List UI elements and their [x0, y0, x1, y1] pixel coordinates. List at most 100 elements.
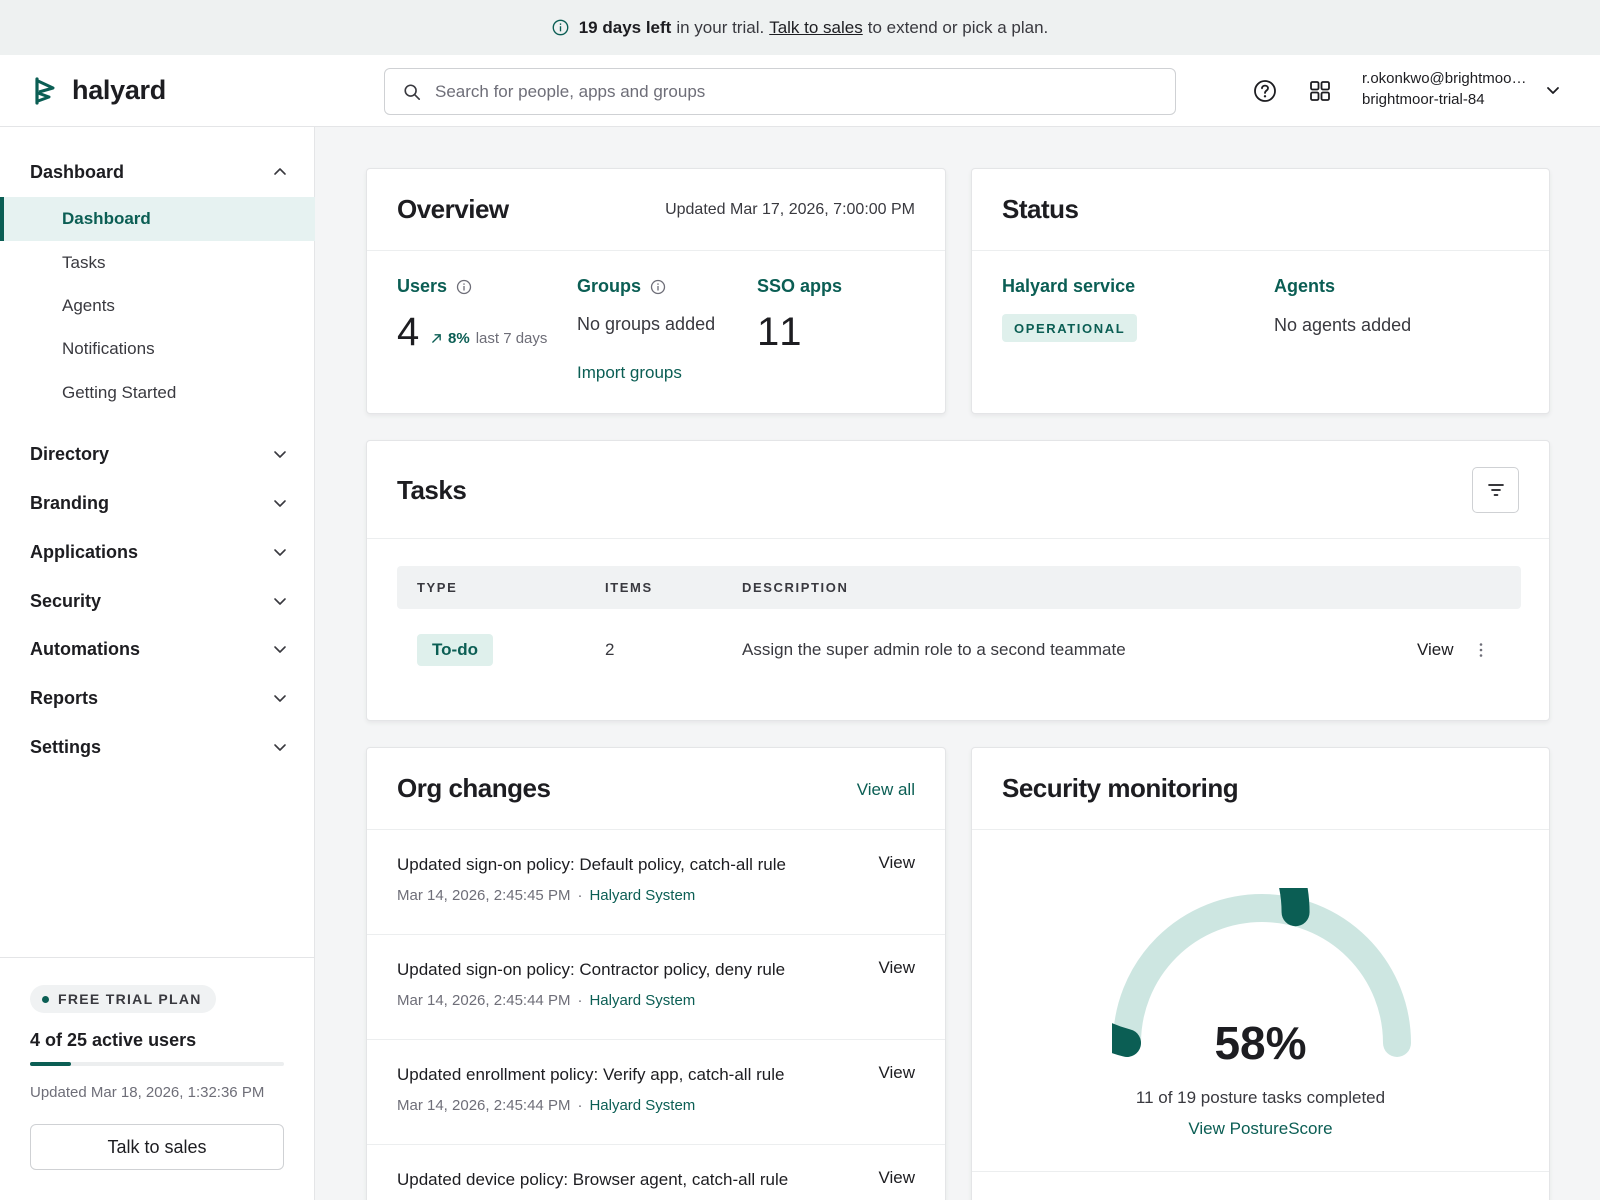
change-title: Updated sign-on policy: Contractor polic…: [397, 960, 786, 979]
nav-group-settings[interactable]: Settings: [30, 727, 288, 767]
task-items: 2: [605, 640, 615, 659]
change-view-link[interactable]: View: [878, 1168, 915, 1188]
nav-group-security[interactable]: Security: [30, 581, 288, 621]
banner-text-rest: to extend or pick a plan.: [867, 17, 1049, 37]
apps-grid-icon[interactable]: [1307, 78, 1333, 104]
groups-metric-label[interactable]: Groups: [577, 276, 666, 297]
overview-card: Overview Updated Mar 17, 2026, 7:00:00 P…: [366, 168, 946, 414]
status-dot: [42, 995, 49, 1003]
task-description: Assign the super admin role to a second …: [742, 640, 1126, 659]
service-label[interactable]: Halyard service: [1002, 276, 1135, 297]
list-item: Updated enrollment policy: Verify app, c…: [367, 1040, 945, 1145]
sidebar-item-tasks[interactable]: Tasks: [0, 241, 315, 285]
separator-dot: ·: [577, 887, 583, 904]
user-email: r.okonkwo@brightmoo…: [1362, 70, 1527, 87]
users-metric-label[interactable]: Users: [397, 276, 472, 297]
trial-banner: 19 days left in your trial. Talk to sale…: [0, 0, 1600, 55]
user-menu[interactable]: r.okonkwo@brightmoo… brightmoor-trial-84: [1362, 70, 1542, 108]
change-title: Updated enrollment policy: Verify app, c…: [397, 1065, 785, 1084]
talk-to-sales-link[interactable]: Talk to sales: [769, 18, 863, 38]
filter-icon: [1487, 484, 1504, 496]
change-meta: Mar 14, 2026, 2:45:44 PM · Halyard System: [397, 992, 695, 1009]
brand-name: halyard: [72, 75, 166, 105]
groups-label: Groups: [577, 276, 642, 296]
tasks-card: Tasks TYPE ITEMS DESCRIPTION To-do 2 Ass…: [366, 440, 1550, 721]
list-item: Updated sign-on policy: Contractor polic…: [367, 935, 945, 1040]
more-options-icon[interactable]: [1472, 641, 1490, 659]
card-header: Status: [972, 169, 1549, 251]
trend-label: last 7 days: [475, 330, 548, 347]
list-item: Updated sign-on policy: Default policy, …: [367, 830, 945, 935]
posture-score-value: 58%: [1214, 1017, 1307, 1069]
nav-group-reports[interactable]: Reports: [30, 678, 288, 718]
nav-group-branding[interactable]: Branding: [30, 483, 288, 523]
nav-group-directory[interactable]: Directory: [30, 434, 288, 474]
org-name: brightmoor-trial-84: [1362, 91, 1485, 108]
security-title: Security monitoring: [1002, 773, 1239, 803]
column-description[interactable]: DESCRIPTION: [742, 580, 848, 595]
status-card: Status Halyard service OPERATIONAL Agent…: [971, 168, 1550, 414]
change-title: Updated device policy: Browser agent, ca…: [397, 1170, 789, 1189]
chevron-down-icon: [274, 646, 286, 653]
search-icon: [404, 83, 421, 100]
agents-empty: No agents added: [1274, 315, 1412, 335]
change-view-link[interactable]: View: [878, 853, 915, 873]
users-label: Users: [397, 276, 448, 296]
card-header: Org changes View all: [367, 748, 945, 830]
chevron-down-icon: [274, 549, 286, 556]
nav-group-automations[interactable]: Automations: [30, 629, 288, 669]
agents-label[interactable]: Agents: [1274, 276, 1335, 297]
change-title: Updated sign-on policy: Default policy, …: [397, 855, 786, 874]
active-users-progress-fill: [30, 1062, 71, 1066]
sidebar-item-getting-started[interactable]: Getting Started: [0, 371, 315, 415]
help-icon[interactable]: [1252, 78, 1278, 104]
sso-count: 11: [757, 310, 805, 354]
chevron-down-icon: [274, 500, 286, 507]
change-actor[interactable]: Halyard System: [589, 1097, 695, 1114]
nav-group-dashboard[interactable]: Dashboard: [30, 152, 288, 192]
sso-metric-label[interactable]: SSO apps: [757, 276, 842, 297]
change-time: Mar 14, 2026, 2:45:44 PM: [397, 992, 571, 1009]
status-title: Status: [1002, 194, 1079, 224]
change-actor[interactable]: Halyard System: [589, 887, 695, 904]
sidebar-item-dashboard[interactable]: Dashboard: [0, 197, 315, 241]
change-view-link[interactable]: View: [878, 1063, 915, 1083]
banner-text: in your trial.: [676, 17, 765, 37]
table-header: TYPE ITEMS DESCRIPTION: [397, 566, 1521, 609]
card-footer-divider: [972, 1171, 1549, 1172]
column-type[interactable]: TYPE: [417, 580, 457, 595]
sidebar-item-notifications[interactable]: Notifications: [0, 327, 315, 371]
change-view-link[interactable]: View: [878, 958, 915, 978]
search-box[interactable]: [384, 68, 1176, 115]
change-actor[interactable]: Halyard System: [589, 992, 695, 1009]
talk-to-sales-button[interactable]: Talk to sales: [30, 1124, 284, 1170]
view-posturescore-link[interactable]: View PostureScore: [972, 1119, 1549, 1139]
nav-group-applications[interactable]: Applications: [30, 532, 288, 572]
task-type-badge: To-do: [417, 634, 493, 666]
info-icon[interactable]: [650, 279, 666, 295]
chevron-down-icon: [274, 451, 286, 458]
column-items[interactable]: ITEMS: [605, 580, 653, 595]
info-icon[interactable]: [456, 279, 472, 295]
task-view-link[interactable]: View: [1417, 640, 1454, 660]
list-item: Updated device policy: Browser agent, ca…: [367, 1145, 945, 1200]
filter-button[interactable]: [1472, 467, 1519, 513]
chevron-down-icon: [274, 695, 286, 702]
nav-group-label: Branding: [30, 492, 109, 513]
chevron-down-icon: [274, 598, 286, 605]
change-time: Mar 14, 2026, 2:45:45 PM: [397, 887, 571, 904]
search-input[interactable]: [435, 81, 1135, 102]
import-groups-link[interactable]: Import groups: [577, 363, 682, 383]
nav-group-label: Directory: [30, 443, 110, 464]
view-all-link[interactable]: View all: [857, 780, 915, 800]
top-header: halyard r.okonkwo@brightmoo… brightmoor-…: [0, 55, 1600, 127]
groups-empty: No groups added: [577, 314, 716, 334]
sidebar-item-agents[interactable]: Agents: [0, 284, 315, 328]
brand-logo[interactable]: halyard: [34, 75, 166, 106]
nav-group-label: Applications: [30, 541, 139, 562]
nav-group-label: Security: [30, 590, 102, 611]
overview-title: Overview: [397, 194, 509, 224]
chevron-down-icon[interactable]: [1545, 82, 1561, 98]
active-users-count: 4 of 25 active users: [30, 1030, 197, 1050]
chevron-up-icon: [274, 168, 286, 175]
